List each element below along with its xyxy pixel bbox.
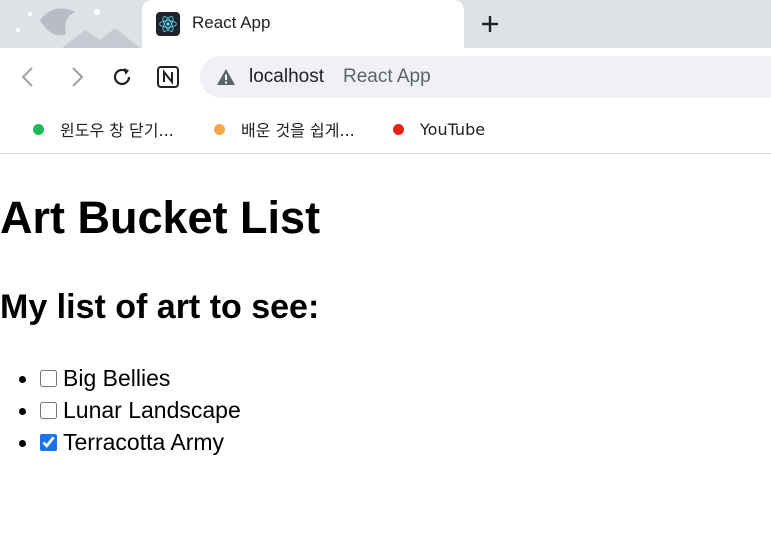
plus-icon [482,16,498,32]
art-item-title: Terracotta Army [63,429,225,455]
notion-extension-button[interactable] [153,62,183,92]
page-content: Art Bucket List My list of art to see: B… [0,154,771,557]
seen-checkbox[interactable] [40,369,57,387]
list-item: Big Bellies [40,362,241,394]
reload-button[interactable] [107,62,137,92]
notion-icon [157,66,179,88]
bookmarks-bar: 윈도우 창 닫기... 배운 것을 쉽게... YouTube [0,106,771,154]
bookmark-item-youtube[interactable]: YouTube [393,118,485,140]
art-item-title: Big Bellies [63,365,171,391]
seen-checkbox[interactable] [40,401,57,419]
art-list: Big Bellies Lunar Landscape Terracotta A… [0,362,241,458]
address-bar[interactable]: localhost React App [200,56,771,98]
back-button[interactable] [13,62,43,92]
forward-button[interactable] [62,62,92,92]
back-arrow-icon [21,67,33,87]
seen-checkbox[interactable] [40,433,57,451]
list-heading: My list of art to see: [0,288,320,326]
forward-arrow-icon [72,67,84,87]
bookmark-item-1[interactable]: 윈도우 창 닫기... [33,118,174,140]
not-secure-warning-icon[interactable] [216,67,236,87]
list-item: Lunar Landscape [40,394,241,426]
youtube-dot-icon [393,123,404,135]
url-page-title: React App [343,66,431,87]
bookmark-label: YouTube [420,119,486,139]
browser-toolbar: localhost React App [0,48,771,106]
page-title: Art Bucket List [0,192,321,243]
reload-icon [113,68,131,86]
react-favicon-icon [156,12,180,36]
bookmark-item-2[interactable]: 배운 것을 쉽게... [214,118,355,140]
art-item-label[interactable]: Big Bellies [40,362,170,394]
active-tab[interactable]: React App [142,0,464,48]
bookmark-dot-icon [214,123,225,135]
art-item-label[interactable]: Lunar Landscape [40,394,241,426]
tab-strip: React App [0,0,771,48]
url-host: localhost [249,66,324,87]
new-tab-button[interactable] [476,10,504,38]
art-item-title: Lunar Landscape [63,397,241,423]
browser-theme-art [0,0,140,48]
list-item: Terracotta Army [40,426,241,458]
bookmark-dot-icon [33,123,44,135]
bookmark-label: 배운 것을 쉽게... [241,121,355,140]
art-item-label[interactable]: Terracotta Army [40,426,224,458]
bookmark-label: 윈도우 창 닫기... [60,121,174,140]
tab-title: React App [192,13,271,32]
